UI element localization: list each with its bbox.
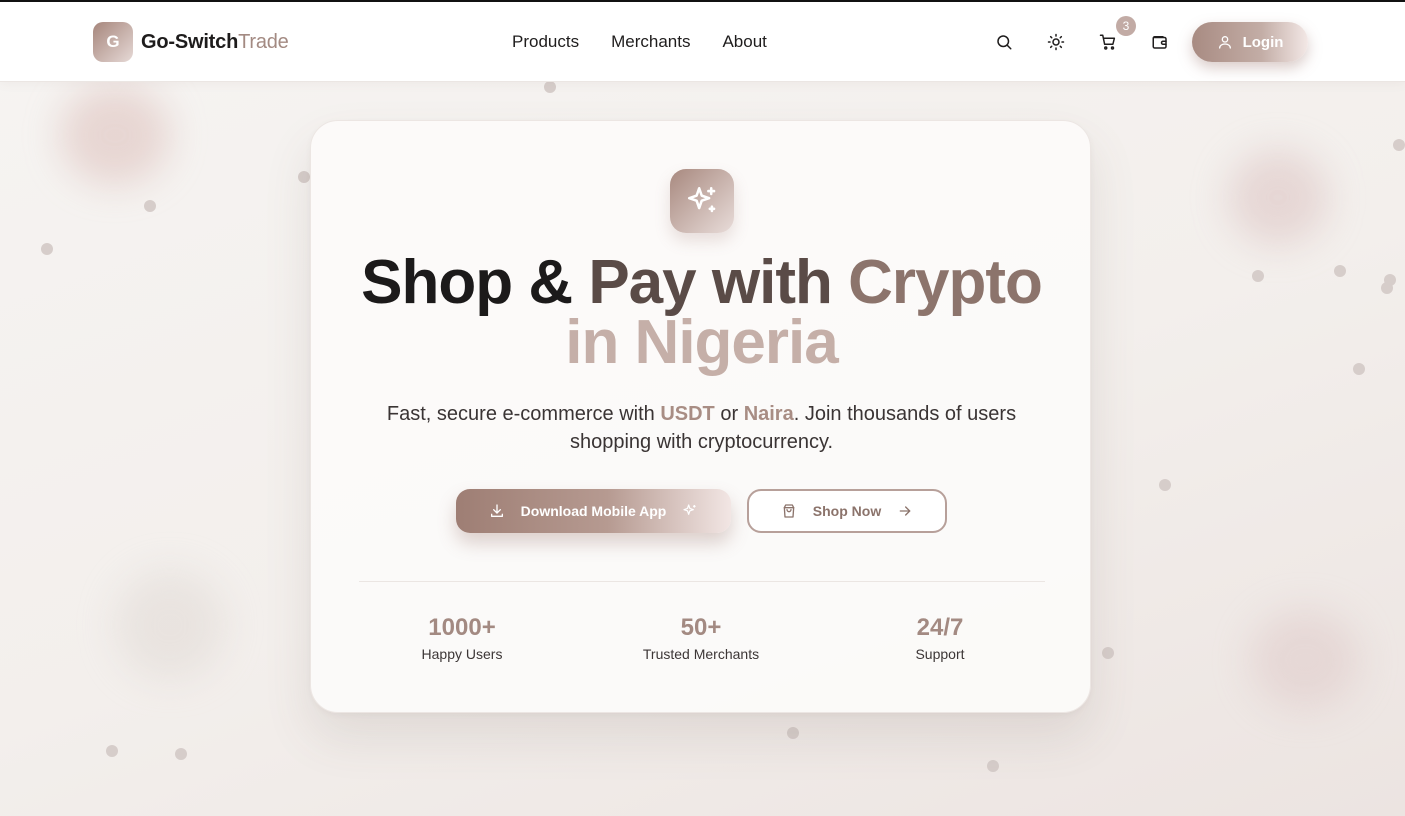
shop-now-button[interactable]: Shop Now	[747, 489, 947, 533]
stat-value: 1000+	[428, 614, 496, 641]
hero-headline: Shop & Pay with Crypto in Nigeria	[311, 252, 1092, 377]
stat-label: Happy Users	[421, 646, 503, 662]
subtitle-text: Fast, secure e-commerce with	[386, 403, 661, 425]
background-dot	[1353, 363, 1365, 375]
background-blob	[1250, 610, 1360, 710]
cart-count-badge: 3	[1116, 16, 1136, 36]
subtitle-naira: Naira	[743, 403, 794, 425]
stat-label: Trusted Merchants	[642, 646, 760, 662]
arrow-right-icon	[899, 506, 911, 516]
background-dot	[41, 243, 53, 255]
background-dot	[144, 200, 156, 212]
subtitle-text: or	[714, 403, 744, 425]
top-border-line	[0, 0, 1405, 2]
stat-value: 50+	[680, 614, 722, 641]
headline-word: &	[528, 248, 573, 317]
stat-value: 24/7	[916, 614, 964, 641]
download-icon	[490, 504, 503, 517]
sparkles-icon	[683, 504, 697, 515]
background-dot	[298, 171, 310, 183]
shopping-bag-icon	[783, 504, 795, 518]
login-button[interactable]: Login	[1192, 22, 1308, 62]
stat-support: 24/7 Support	[840, 613, 1040, 662]
background-blob	[1228, 150, 1328, 245]
stat-happy-users: 1000+ Happy Users	[362, 613, 562, 662]
user-icon	[1218, 36, 1231, 49]
cart-button[interactable]	[1096, 30, 1120, 54]
search-button[interactable]	[992, 30, 1016, 54]
stat-label: Support	[915, 646, 965, 662]
brand-name-light: Trade	[238, 30, 289, 53]
navbar: G Go-SwitchTrade Products Merchants Abou…	[0, 2, 1405, 82]
cart-icon	[1099, 34, 1116, 50]
background-dot	[987, 760, 999, 772]
headline-word: with	[711, 248, 833, 317]
download-app-button[interactable]: Download Mobile App	[456, 489, 731, 533]
stats-divider	[359, 581, 1045, 582]
subtitle-usdt: USDT	[660, 403, 715, 425]
background-dot	[787, 727, 799, 739]
background-dot	[1393, 139, 1405, 151]
nav-link-merchants[interactable]: Merchants	[611, 32, 690, 52]
brand-name: Go-SwitchTrade	[141, 31, 289, 54]
download-app-label: Download Mobile App	[520, 503, 667, 519]
headline-word: Crypto	[848, 248, 1043, 317]
main-nav: Products Merchants About	[512, 32, 767, 52]
background-dot	[106, 745, 118, 757]
background-blob	[115, 570, 225, 680]
nav-link-products[interactable]: Products	[512, 32, 579, 52]
sparkles-icon	[687, 186, 716, 213]
background-dot	[1252, 270, 1264, 282]
background-dot	[1159, 479, 1171, 491]
wallet-button[interactable]	[1148, 30, 1172, 54]
login-button-label: Login	[1242, 33, 1284, 51]
stat-trusted-merchants: 50+ Trusted Merchants	[601, 613, 801, 662]
brand-name-bold: Go-Switch	[141, 30, 239, 53]
hero-headline-line-1: Shop & Pay with Crypto	[311, 252, 1092, 314]
hero-subtitle: Fast, secure e-commerce with USDT or Nai…	[351, 400, 1052, 456]
hero-card: Shop & Pay with Crypto in Nigeria Fast, …	[310, 120, 1091, 713]
search-icon	[997, 35, 1012, 50]
hero-icon-tile	[670, 169, 734, 233]
sun-icon	[1047, 33, 1065, 51]
nav-link-about[interactable]: About	[722, 32, 766, 52]
background-dot	[1102, 647, 1114, 659]
shop-now-label: Shop Now	[812, 503, 882, 519]
headline-word: Shop	[361, 248, 513, 317]
background-dot	[1334, 265, 1346, 277]
headline-word: Pay	[588, 248, 696, 317]
hero-headline-line-2: in Nigeria	[565, 308, 839, 377]
brand-logo-link[interactable]: G Go-SwitchTrade	[93, 22, 289, 62]
background-dot	[1381, 282, 1393, 294]
theme-toggle-button[interactable]	[1044, 30, 1068, 54]
brand-logo-mark: G	[93, 22, 133, 62]
background-blob	[60, 85, 170, 185]
background-dot	[175, 748, 187, 760]
background-dot	[544, 81, 556, 93]
wallet-icon	[1152, 36, 1167, 49]
